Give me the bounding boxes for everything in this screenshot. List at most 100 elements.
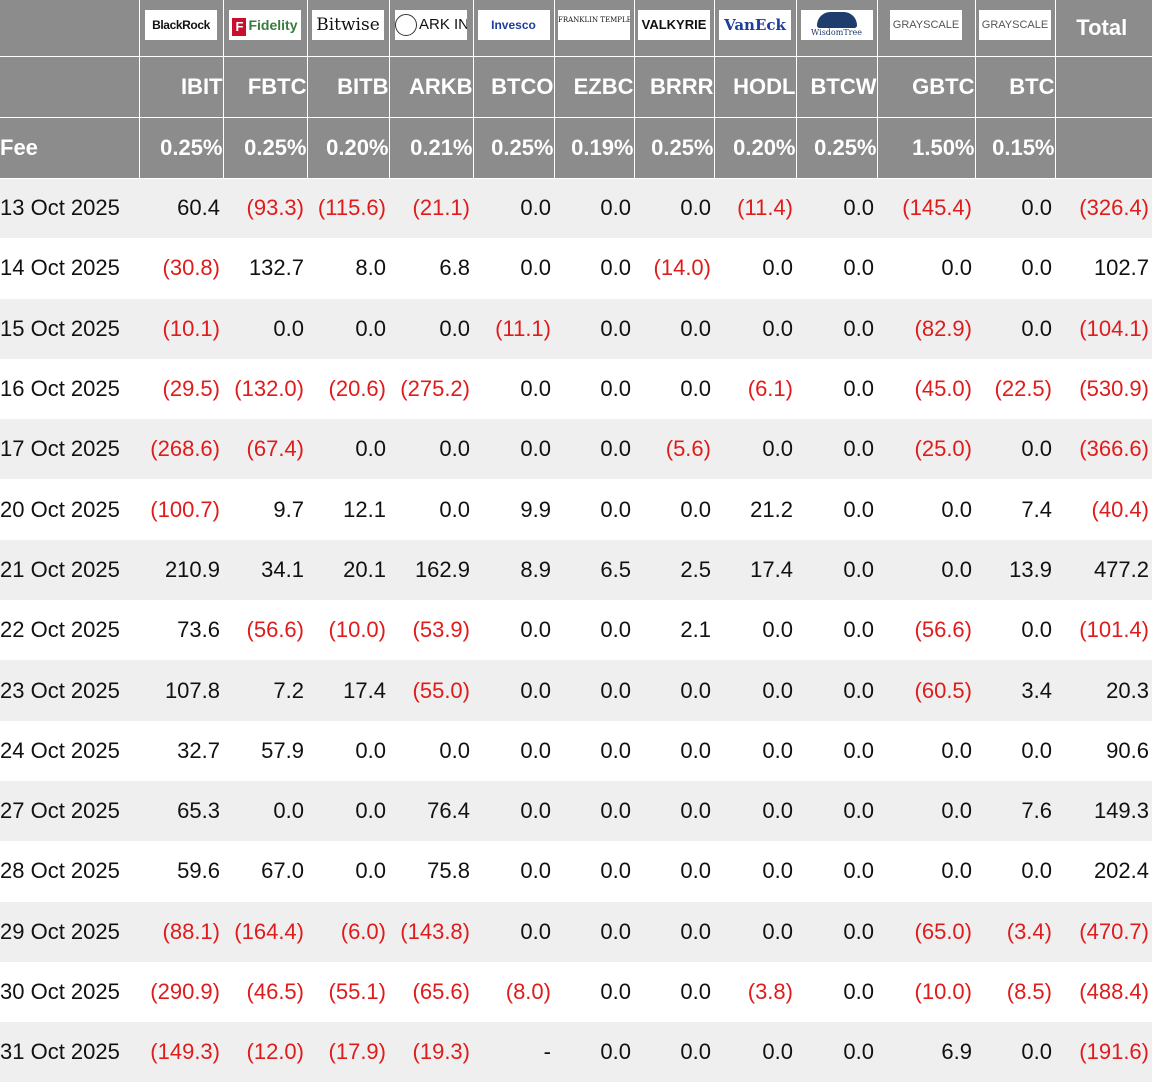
flow-cell-total: 202.4 <box>1093 858 1149 884</box>
flow-cell-ezbc: 0.0 <box>600 496 631 522</box>
flow-cell-hodl: 0.0 <box>762 1039 793 1065</box>
flow-cell-hodl: (3.8) <box>747 979 793 1004</box>
flow-cell-total: 102.7 <box>1093 255 1149 281</box>
flow-cell-gbtc: (60.5) <box>914 677 972 703</box>
vaneck-logo: VanEck <box>719 10 791 41</box>
flow-cell-btco: 0.0 <box>520 195 551 221</box>
table-row: 30 Oct 2025 (290.9) (46.5) (55.1) (65.6) (8.0… <box>0 961 1152 1023</box>
flow-cell-btc: 3.4 <box>1021 677 1052 703</box>
flow-cell-ibit: (100.7) <box>150 496 220 522</box>
flow-cell-total: (530.9) <box>1079 376 1149 402</box>
flow-cell-ezbc: 0.0 <box>600 255 631 281</box>
flow-cell-gbtc: (145.4) <box>902 195 972 221</box>
flows-body: 13 Oct 2025 60.4 (93.3) (115.6) (21.1) 0.0 0.0… <box>0 178 1152 1082</box>
flow-cell-bitb: (20.6) <box>328 376 386 402</box>
flow-cell-ibit: (29.5) <box>162 376 220 402</box>
flow-cell-btc: 7.6 <box>1021 798 1052 824</box>
flow-cell-brrr: 0.0 <box>680 858 711 884</box>
flow-cell-bitb: 8.0 <box>355 255 386 281</box>
flow-cell-hodl: 21.2 <box>750 496 793 522</box>
flow-cell-total: 90.6 <box>1106 737 1149 763</box>
flow-cell-hodl: 17.4 <box>750 556 793 582</box>
flow-cell-btco: 9.9 <box>520 496 551 522</box>
flow-cell-hodl: 0.0 <box>762 255 793 281</box>
fee-label: Fee <box>0 117 140 179</box>
flow-cell-gbtc: 0.0 <box>941 255 972 281</box>
flow-cell-ezbc: 0.0 <box>600 436 631 462</box>
flow-cell-ibit: (149.3) <box>150 1039 220 1065</box>
flow-cell-ibit: 65.3 <box>177 798 220 824</box>
flow-cell-btcw: 0.0 <box>843 556 874 582</box>
flow-cell-ezbc: 6.5 <box>600 556 631 582</box>
fee-gbtc: 1.50% <box>877 117 976 179</box>
ark-mark-icon <box>395 14 417 37</box>
table-row: 14 Oct 2025 (30.8) 132.7 8.0 6.8 0.0 0.0 (14.0)… <box>0 238 1152 299</box>
row-date: 20 Oct 2025 <box>0 496 120 522</box>
flow-cell-arkb: 75.8 <box>427 858 470 884</box>
ticker-total-blank <box>1055 56 1152 118</box>
ticker-fbtc: FBTC <box>223 56 308 118</box>
grayscale-logo: GRAYSCALE <box>890 10 962 41</box>
flow-cell-brrr: 0.0 <box>680 315 711 341</box>
flow-cell-total: (326.4) <box>1079 195 1149 221</box>
flow-cell-hodl: 0.0 <box>762 858 793 884</box>
row-date: 17 Oct 2025 <box>0 436 120 462</box>
flow-cell-fbtc: 57.9 <box>261 737 304 763</box>
tree-icon <box>816 12 857 29</box>
flow-cell-btco: (8.0) <box>505 979 551 1004</box>
flow-cell-hodl: 0.0 <box>762 737 793 763</box>
flow-cell-ezbc: 0.0 <box>600 737 631 763</box>
flow-cell-fbtc: (93.3) <box>246 195 304 221</box>
flow-cell-bitb: 0.0 <box>355 798 386 824</box>
flow-cell-total: (101.4) <box>1079 617 1149 643</box>
table-row: 22 Oct 2025 73.6 (56.6) (10.0) (53.9) 0.0 0.0 2… <box>0 600 1152 661</box>
table-row: 29 Oct 2025 (88.1) (164.4) (6.0) (143.8) 0.0 0… <box>0 901 1152 962</box>
flow-cell-btc: 0.0 <box>1021 1039 1052 1065</box>
flow-cell-fbtc: (46.5) <box>246 979 304 1004</box>
flow-cell-btcw: 0.0 <box>843 255 874 281</box>
flow-cell-btcw: 0.0 <box>843 376 874 402</box>
fee-ezbc: 0.19% <box>554 117 635 179</box>
flow-cell-brrr: (14.0) <box>653 255 711 281</box>
total-header: Total <box>1055 0 1152 57</box>
flow-cell-hodl: 0.0 <box>762 617 793 643</box>
flow-cell-ibit: 107.8 <box>164 677 220 703</box>
flow-cell-btcw: 0.0 <box>843 195 874 221</box>
flow-cell-btc: 0.0 <box>1021 617 1052 643</box>
flow-cell-ibit: (88.1) <box>162 918 220 944</box>
ticker-corner-cell <box>0 56 140 118</box>
flow-cell-arkb: 76.4 <box>427 798 470 824</box>
fee-hodl: 0.20% <box>714 117 797 179</box>
flow-cell-bitb: 0.0 <box>355 436 386 462</box>
fee-bitb: 0.20% <box>307 117 390 179</box>
issuer-logo-row: BlackRock FFidelity Bitwise ARK INVEST I… <box>0 0 1152 57</box>
table-row: 21 Oct 2025 210.9 34.1 20.1 162.9 8.9 6.5 2.5 17… <box>0 539 1152 601</box>
flow-cell-gbtc: 0.0 <box>941 798 972 824</box>
flow-cell-gbtc: (56.6) <box>914 617 972 643</box>
table-row: 13 Oct 2025 60.4 (93.3) (115.6) (21.1) 0.0 0.0… <box>0 178 1152 239</box>
flow-cell-ibit: 32.7 <box>177 737 220 763</box>
ticker-btcw: BTCW <box>796 56 878 118</box>
fee-brrr: 0.25% <box>634 117 715 179</box>
flow-cell-ezbc: 0.0 <box>600 315 631 341</box>
table-row: 31 Oct 2025 (149.3) (12.0) (17.9) (19.3) - 0.0… <box>0 1022 1152 1082</box>
flow-cell-arkb: 0.0 <box>439 737 470 763</box>
ticker-hodl: HODL <box>714 56 797 118</box>
flow-cell-btco: 0.0 <box>520 255 551 281</box>
flow-cell-total: (470.7) <box>1079 918 1149 944</box>
flow-cell-bitb: (17.9) <box>328 1039 386 1065</box>
flow-cell-gbtc: (10.0) <box>914 979 972 1004</box>
flow-cell-gbtc: 0.0 <box>941 858 972 884</box>
ticker-btco: BTCO <box>473 56 555 118</box>
flow-cell-btco: 0.0 <box>520 436 551 462</box>
flow-cell-bitb: 0.0 <box>355 315 386 341</box>
flow-cell-fbtc: 9.7 <box>273 496 304 522</box>
flow-cell-fbtc: (67.4) <box>246 436 304 462</box>
flow-cell-ibit: (10.1) <box>162 315 220 341</box>
header-corner-cell <box>0 0 140 57</box>
ticker-bitb: BITB <box>307 56 390 118</box>
flow-cell-gbtc: (45.0) <box>914 376 972 402</box>
franklin-templeton-logo: FRANKLIN TEMPLETON <box>558 10 630 41</box>
flow-cell-btco: 0.0 <box>520 918 551 944</box>
flow-cell-ezbc: 0.0 <box>600 798 631 824</box>
